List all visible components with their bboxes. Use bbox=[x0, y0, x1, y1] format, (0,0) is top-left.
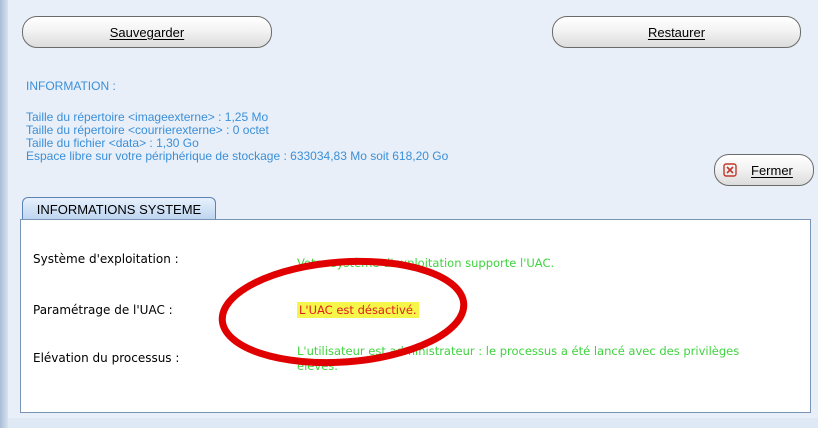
system-info-box: Système d'exploitation : Votre système d… bbox=[20, 219, 811, 413]
os-value: Votre système d'exploitation supporte l'… bbox=[297, 256, 555, 270]
close-button[interactable]: Fermer bbox=[714, 154, 814, 186]
information-block: INFORMATION : Taille du répertoire <imag… bbox=[26, 80, 448, 163]
close-button-label: Fermer bbox=[751, 162, 793, 178]
save-button-label: Sauvegarder bbox=[109, 24, 185, 40]
uac-label: Paramétrage de l'UAC : bbox=[33, 303, 173, 317]
elevation-label: Elévation du processus : bbox=[33, 351, 180, 365]
elevation-value-line1: L'utilisateur est administrateur : le pr… bbox=[297, 344, 740, 358]
save-button[interactable]: Sauvegarder bbox=[22, 16, 272, 48]
info-line-free-space: Espace libre sur votre périphérique de s… bbox=[26, 149, 449, 163]
restore-button-label: Restaurer bbox=[647, 24, 706, 40]
window-left-edge bbox=[0, 0, 8, 428]
elevation-value-line2: élevés. bbox=[297, 359, 338, 373]
uac-value: L'UAC est désactivé. bbox=[297, 302, 419, 318]
close-x-icon bbox=[723, 163, 737, 177]
tab-informations-systeme[interactable]: INFORMATIONS SYSTEME bbox=[22, 197, 216, 220]
restore-button[interactable]: Restaurer bbox=[552, 16, 801, 48]
window-bottom-edge bbox=[8, 418, 818, 428]
information-title: INFORMATION : bbox=[26, 79, 116, 93]
tab-label: INFORMATIONS SYSTEME bbox=[36, 201, 202, 217]
os-label: Système d'exploitation : bbox=[33, 252, 179, 266]
uac-value-wrap: L'UAC est désactivé. bbox=[297, 302, 419, 318]
elevation-value: L'utilisateur est administrateur : le pr… bbox=[297, 344, 739, 374]
